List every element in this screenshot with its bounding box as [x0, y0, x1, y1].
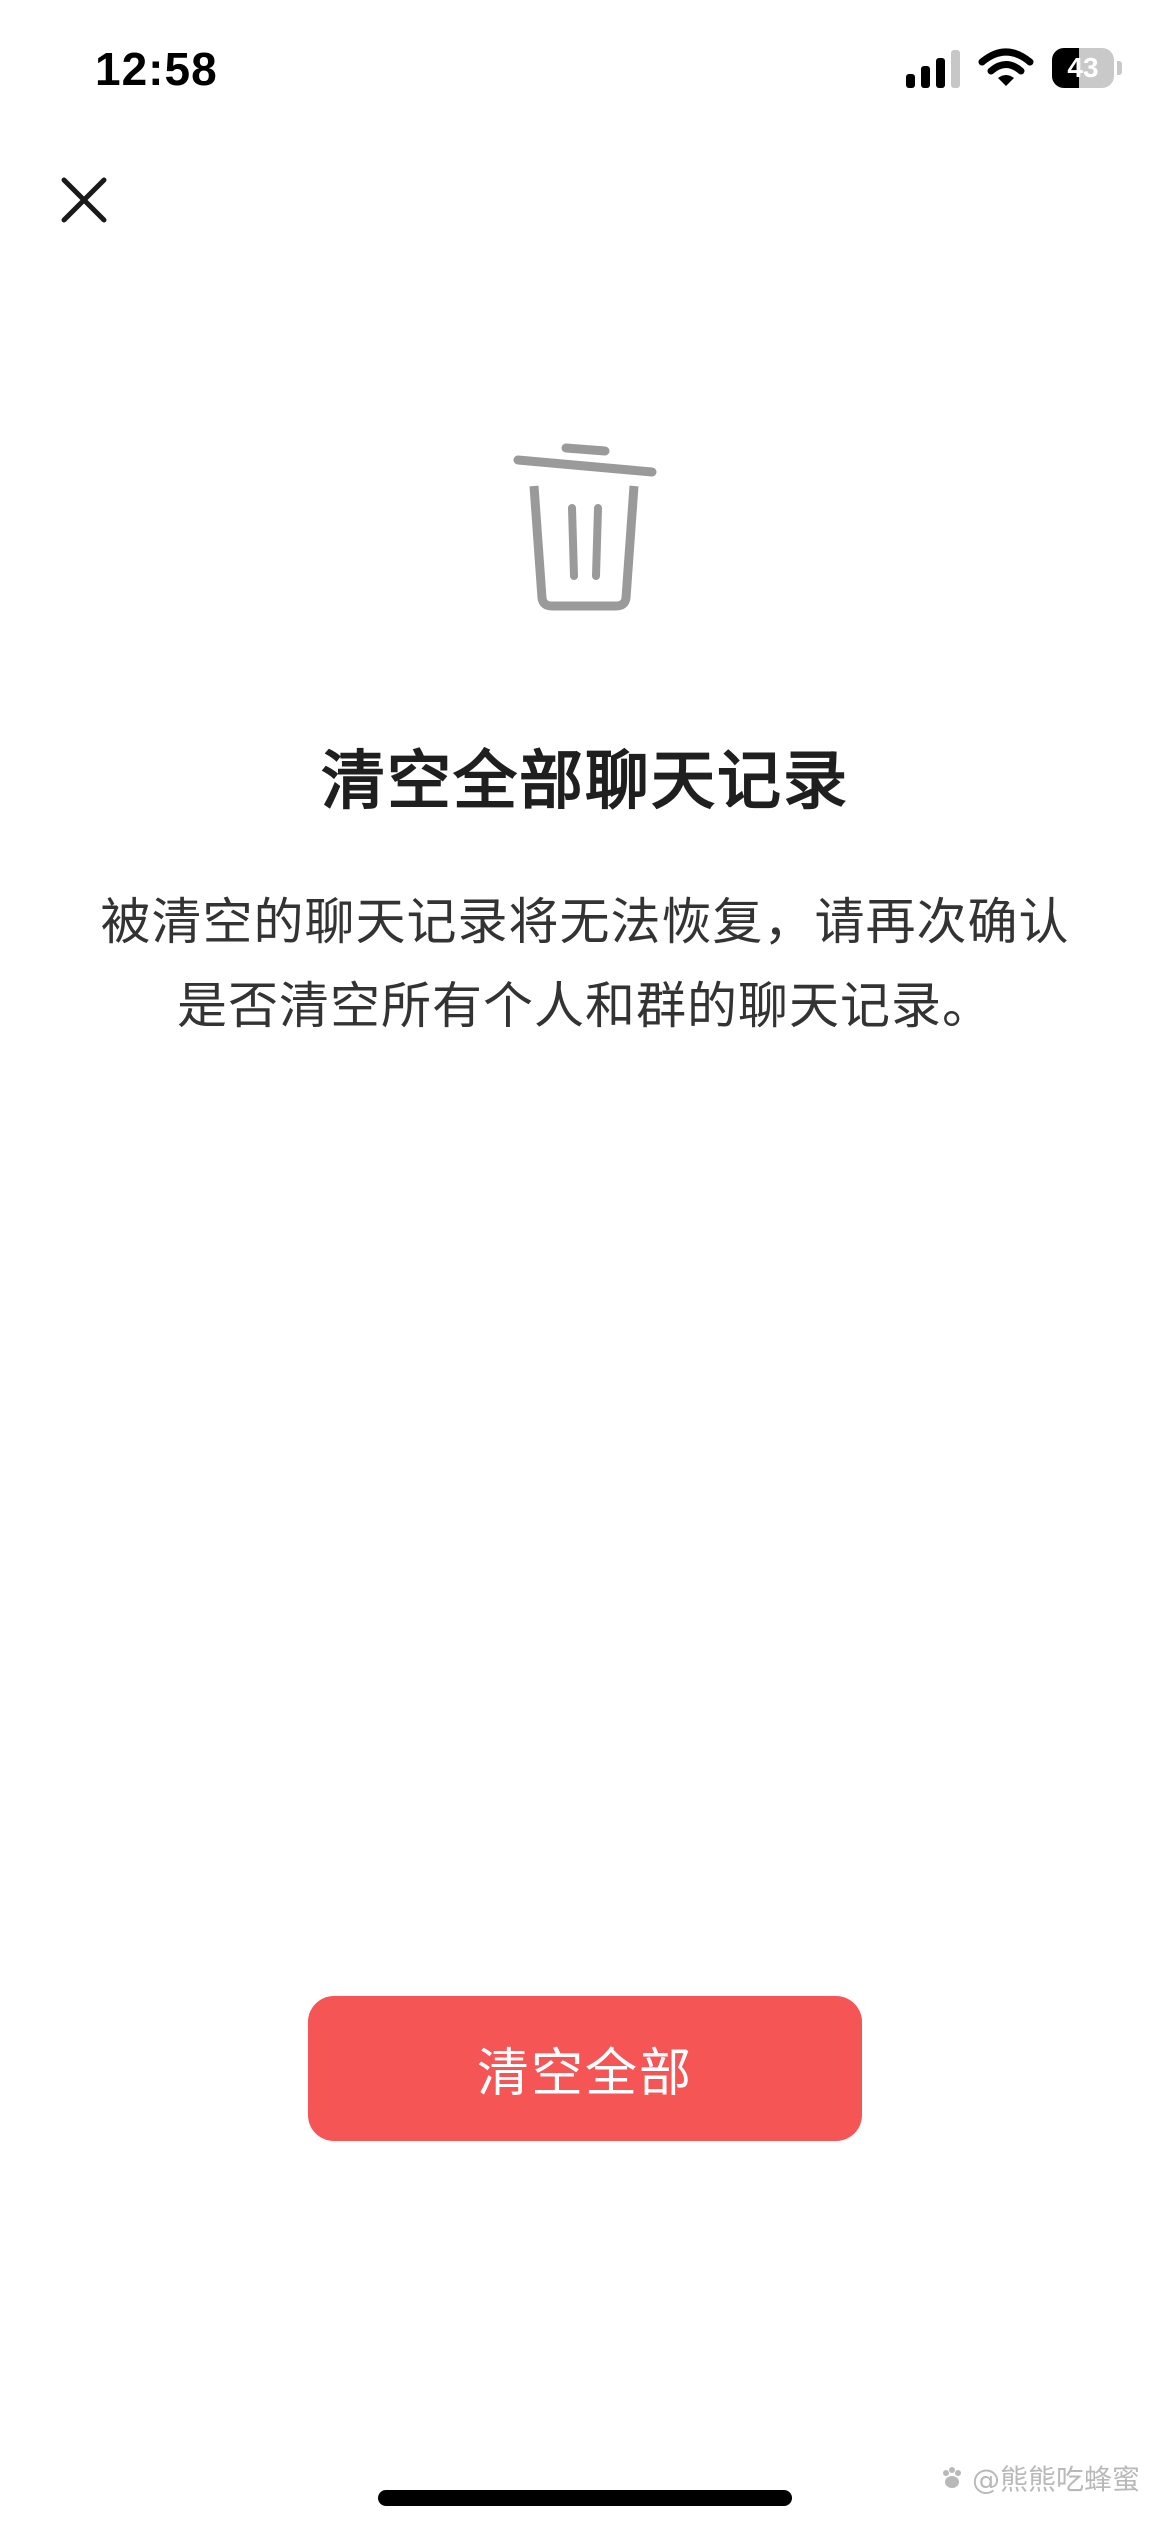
watermark-text: @熊熊吃蜂蜜 — [971, 2463, 1140, 2496]
signal-icon — [906, 48, 960, 88]
battery-icon: 43 — [1052, 48, 1122, 88]
trash-icon — [513, 443, 657, 611]
home-indicator[interactable] — [378, 2490, 792, 2506]
clear-all-button[interactable]: 清空全部 — [308, 1996, 862, 2141]
paw-icon — [942, 2467, 961, 2488]
status-icons: 43 — [906, 48, 1122, 88]
dialog-description: 被清空的聊天记录将无法恢复，请再次确认是否清空所有个人和群的聊天记录。 — [100, 893, 1070, 1035]
status-time: 12:58 — [95, 43, 218, 95]
dialog-title: 清空全部聊天记录 — [321, 745, 849, 819]
battery-level: 43 — [1067, 52, 1099, 83]
close-button[interactable] — [52, 168, 116, 232]
close-icon[interactable] — [52, 168, 116, 232]
wifi-icon — [978, 48, 1034, 88]
watermark: @熊熊吃蜂蜜 — [938, 2458, 1140, 2498]
status-bar: 12:58 43 — [0, 0, 1170, 150]
